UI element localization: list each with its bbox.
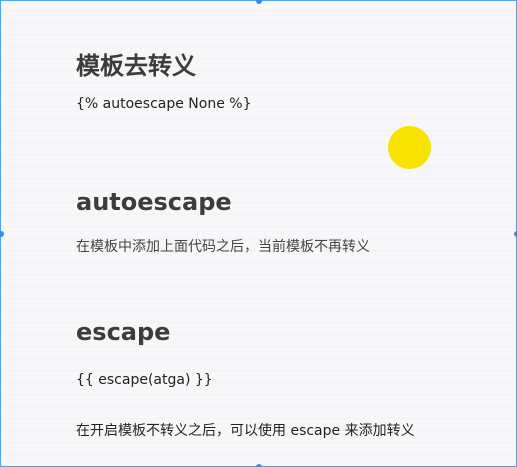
title-escape: escape [76,318,171,346]
code-autoescape-none: {% autoescape None %} [76,96,252,112]
escape-description: 在开启模板不转义之后，可以使用 escape 来添加转义 [76,423,415,439]
yellow-circle-marker [388,126,431,169]
slide-canvas: 模板去转义 {% autoescape None %} autoescape 在… [0,0,517,467]
title-autoescape: autoescape [76,188,232,216]
resize-handle-left[interactable] [0,231,4,237]
resize-handle-top[interactable] [256,0,262,4]
autoescape-description: 在模板中添加上面代码之后，当前模板不再转义 [76,239,370,255]
title-template-escape: 模板去转义 [76,52,196,80]
code-escape-call: {{ escape(atga) }} [76,372,213,388]
